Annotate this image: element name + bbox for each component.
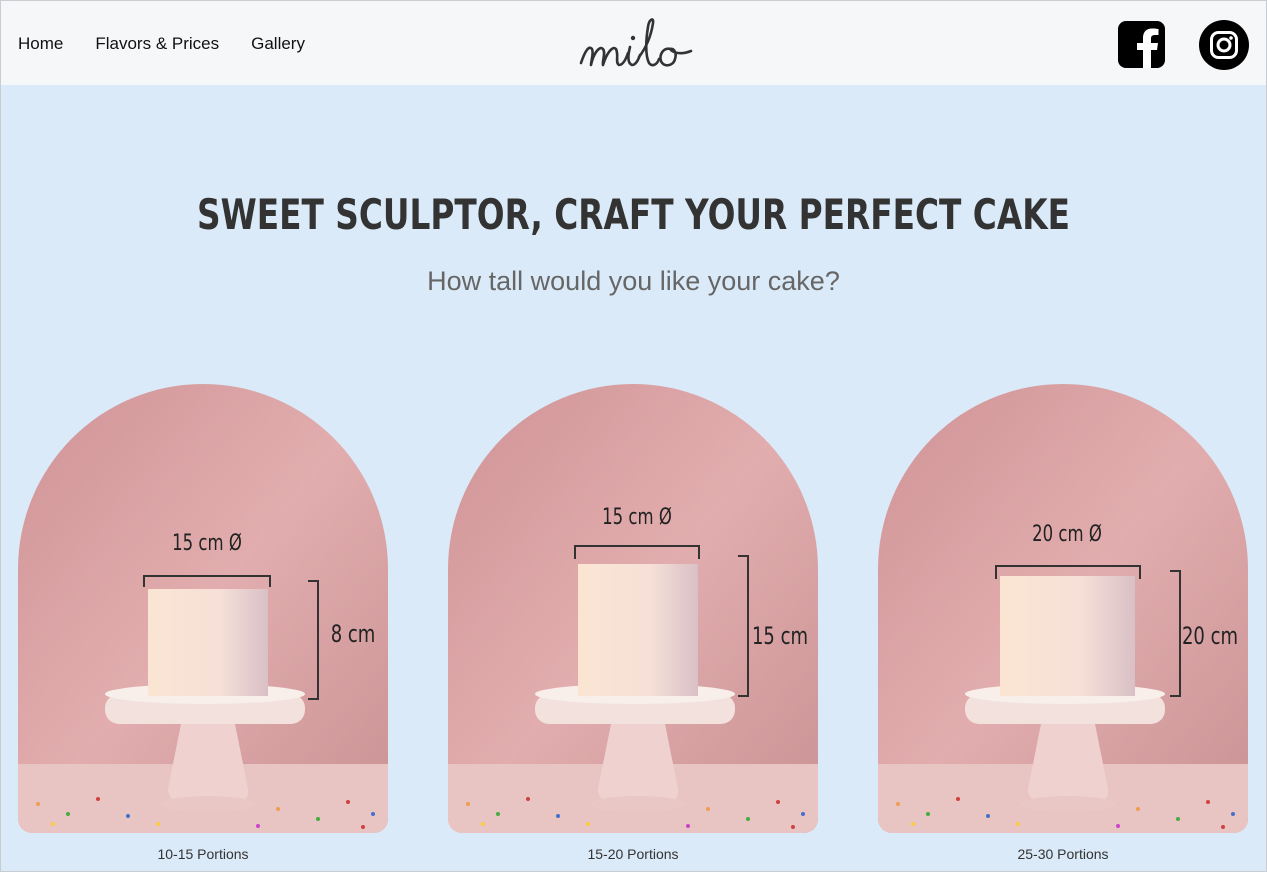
site-header: Home Flavors & Prices Gallery milo [1,1,1266,85]
nav-gallery-link[interactable]: Gallery [251,34,305,54]
nav-home-link[interactable]: Home [18,34,63,54]
nav-flavors-prices-link[interactable]: Flavors & Prices [95,34,219,54]
cake-option-card[interactable]: 15 cm Ø 15 cm [448,384,818,833]
cake-option-card[interactable]: 15 cm Ø 8 cm [18,384,388,833]
portions-caption: 15-20 Portions [587,846,679,862]
cake-illustration [18,384,388,833]
diameter-label: 20 cm Ø [1032,522,1102,547]
height-label: 15 cm [751,622,809,650]
diameter-label: 15 cm Ø [602,505,672,530]
portions-caption: 10-15 Portions [157,846,249,862]
cake-illustration [878,384,1248,833]
diameter-label: 15 cm Ø [172,531,242,556]
cake-option-card[interactable]: 20 cm Ø 20 cm [878,384,1248,833]
portions-caption: 25-30 Portions [1017,846,1109,862]
cake-illustration [448,384,818,833]
page-subtitle: How tall would you like your cake? [427,266,840,296]
instagram-icon[interactable] [1199,20,1249,70]
main-nav: Home Flavors & Prices Gallery [18,34,337,54]
height-label: 20 cm [1181,622,1239,650]
milo-logo[interactable]: milo [575,9,699,75]
facebook-icon[interactable] [1118,21,1165,68]
height-label: 8 cm [330,620,376,648]
page-title: SWEET SCULPTOR, CRAFT YOUR PERFECT CAKE [197,190,1070,239]
